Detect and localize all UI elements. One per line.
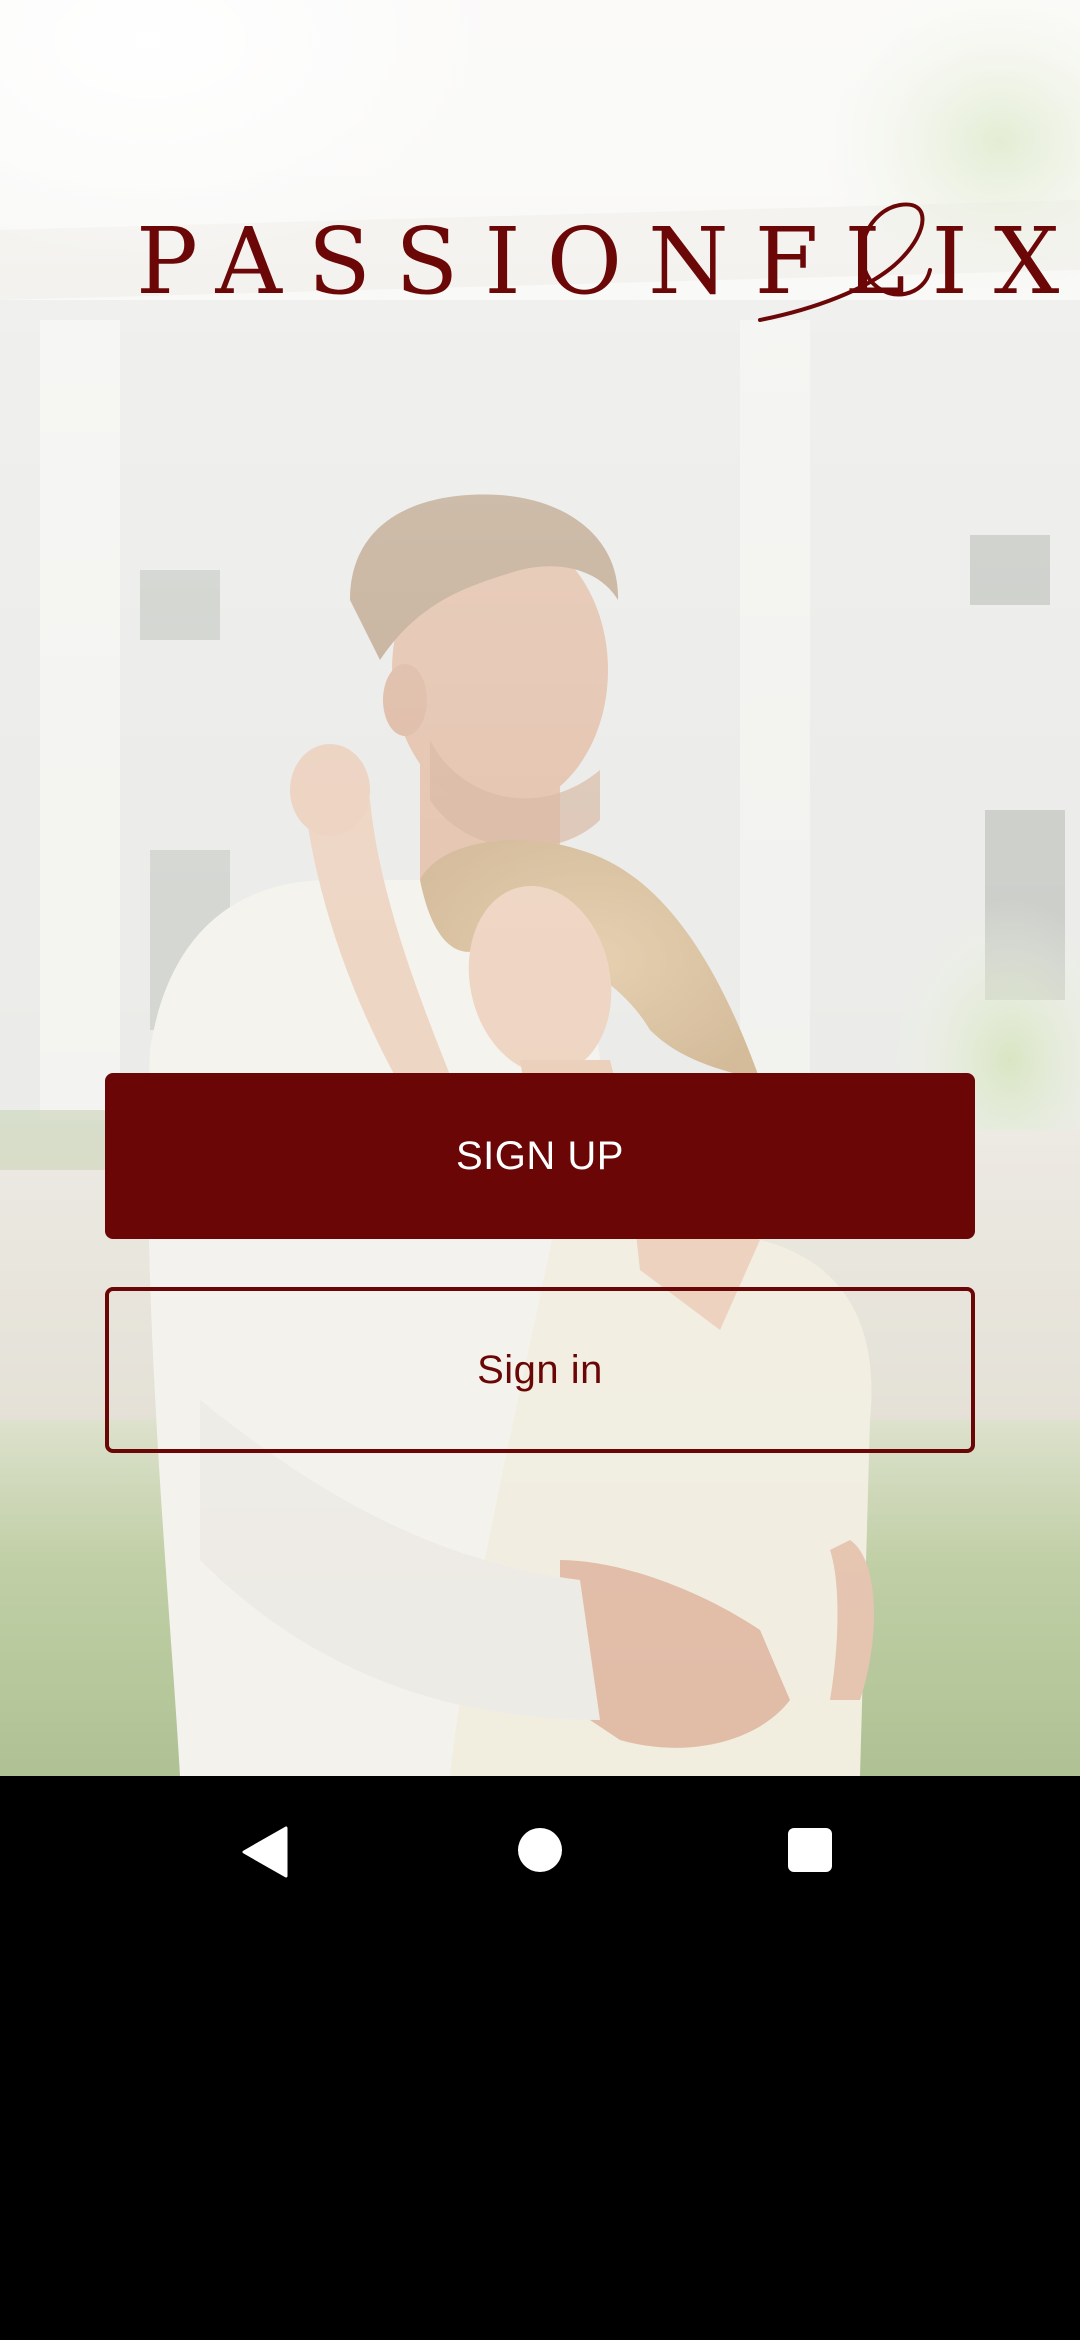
home-circle-icon[interactable] [518, 1828, 562, 1872]
sign-in-label: Sign in [477, 1347, 603, 1392]
passionflix-logo: PASSIONFLIX [0, 190, 1080, 340]
sign-up-button[interactable]: SIGN UP [105, 1073, 975, 1239]
system-navigation-bar [0, 1776, 1080, 1920]
sign-up-label: SIGN UP [456, 1133, 624, 1178]
screen: PASSIONFLIX SIGN UP Sign in [0, 0, 1080, 2340]
logo-swash-icon [758, 202, 932, 322]
recents-square-icon[interactable] [788, 1828, 832, 1872]
welcome-screen: PASSIONFLIX SIGN UP Sign in [0, 0, 1080, 1776]
back-triangle-icon[interactable] [242, 1826, 288, 1878]
sign-in-button[interactable]: Sign in [105, 1287, 975, 1453]
